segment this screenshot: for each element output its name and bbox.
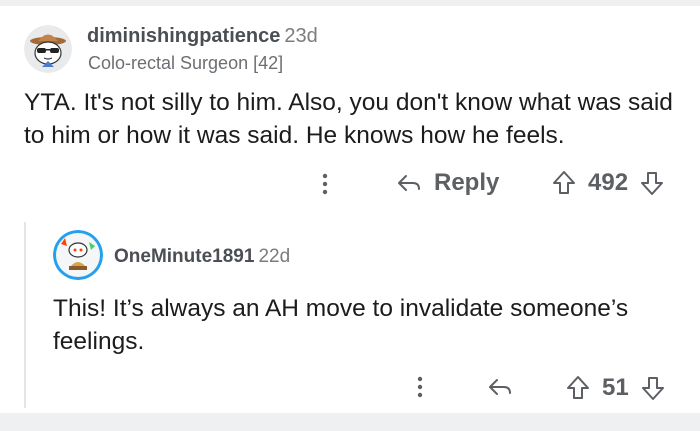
avatar-image (53, 230, 103, 280)
thread-line[interactable] (24, 222, 26, 408)
username[interactable]: diminishingpatience (87, 25, 280, 47)
reply-button[interactable] (487, 376, 513, 398)
comment-age: 23d (284, 25, 318, 47)
bottom-divider (0, 413, 700, 431)
reply-arrow-icon (487, 376, 513, 398)
comment-author[interactable]: OneMinute1891 22d (114, 246, 290, 268)
upvote-arrow-icon[interactable] (566, 375, 590, 401)
reply-arrow-icon (396, 172, 422, 194)
vote-controls: 51 (566, 374, 665, 402)
vote-count: 492 (588, 169, 629, 196)
avatar-image (24, 25, 72, 73)
more-options-button[interactable] (318, 171, 332, 197)
top-divider (0, 0, 700, 6)
upvote-arrow-icon[interactable] (552, 170, 576, 196)
comment-body: This! It’s always an AH move to invalida… (53, 295, 629, 355)
downvote-arrow-icon[interactable] (640, 170, 664, 196)
user-flair: Colo-rectal Surgeon [42] (88, 53, 284, 73)
avatar[interactable] (53, 230, 103, 280)
more-options-button[interactable] (413, 374, 427, 400)
downvote-arrow-icon[interactable] (641, 375, 665, 401)
comment-author[interactable]: diminishingpatience 23d (87, 25, 318, 48)
reply-button[interactable]: Reply (396, 169, 499, 197)
vote-count: 51 (602, 374, 629, 401)
comment-body: YTA. It's not silly to him. Also, you do… (24, 89, 673, 149)
username[interactable]: OneMinute1891 (114, 246, 254, 267)
reply-label: Reply (434, 169, 500, 196)
comment-age: 22d (258, 246, 291, 267)
vote-controls: 492 (552, 169, 664, 197)
more-vertical-icon (318, 171, 332, 197)
avatar[interactable] (24, 25, 72, 73)
more-vertical-icon (413, 374, 427, 400)
